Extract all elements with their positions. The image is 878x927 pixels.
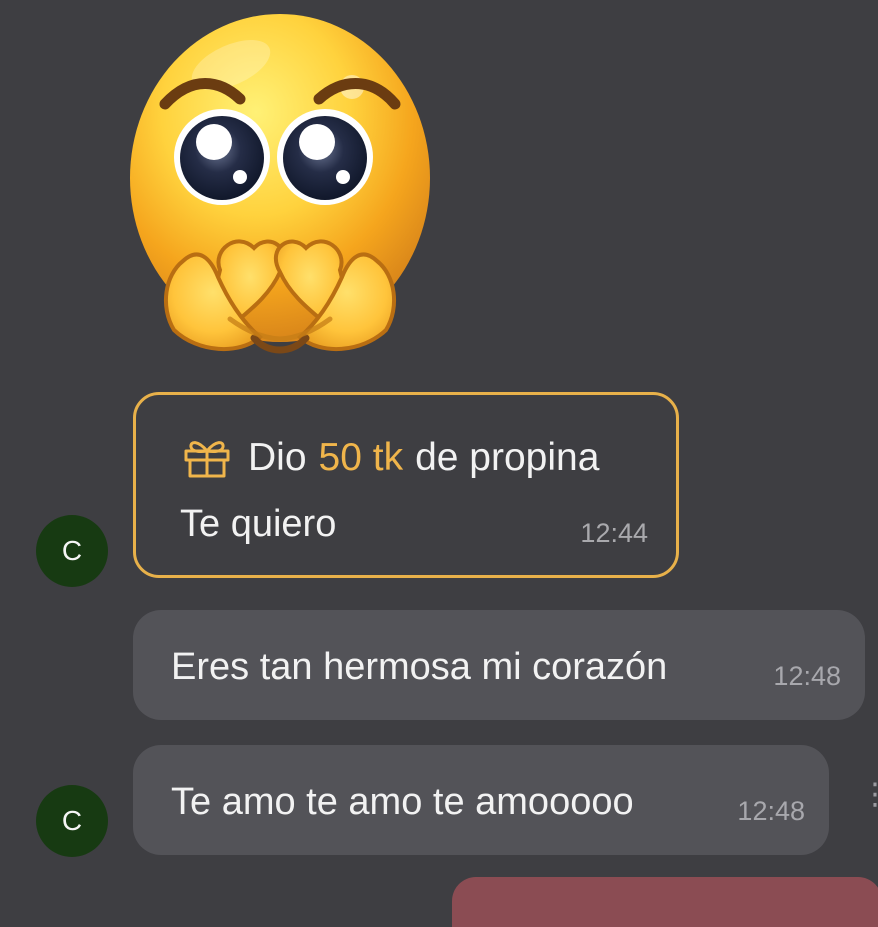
message-timestamp: 12:48 xyxy=(737,796,805,826)
message-text: Eres tan hermosa mi corazón xyxy=(171,646,668,688)
gift-icon xyxy=(184,441,230,478)
chat-bubble-message-1: Eres tan hermosa mi corazón 12:48 xyxy=(133,610,865,720)
tip-amount: 50 tk xyxy=(318,435,404,479)
outgoing-bubble-peek xyxy=(452,877,878,927)
message-options-icon[interactable]: ⋮ xyxy=(860,780,878,822)
tip-header: Dio 50 tk de propina xyxy=(180,435,599,479)
message-timestamp: 12:48 xyxy=(773,661,841,691)
message-text: Te amo te amo te amooooo xyxy=(171,781,634,823)
avatar-initial[interactable]: C xyxy=(36,515,108,587)
pleading-face-heart-hands-emoji xyxy=(130,14,430,354)
tip-message-card: Dio 50 tk de propina Te quiero 12:44 xyxy=(133,392,679,578)
chat-bubble-message-2: Te amo te amo te amooooo 12:48 xyxy=(133,745,829,855)
tip-message-text: Te quiero xyxy=(180,503,337,545)
tip-suffix: de propina xyxy=(415,435,600,479)
avatar-initial[interactable]: C xyxy=(36,785,108,857)
tip-timestamp: 12:44 xyxy=(580,518,648,548)
tip-prefix: Dio xyxy=(248,435,307,479)
